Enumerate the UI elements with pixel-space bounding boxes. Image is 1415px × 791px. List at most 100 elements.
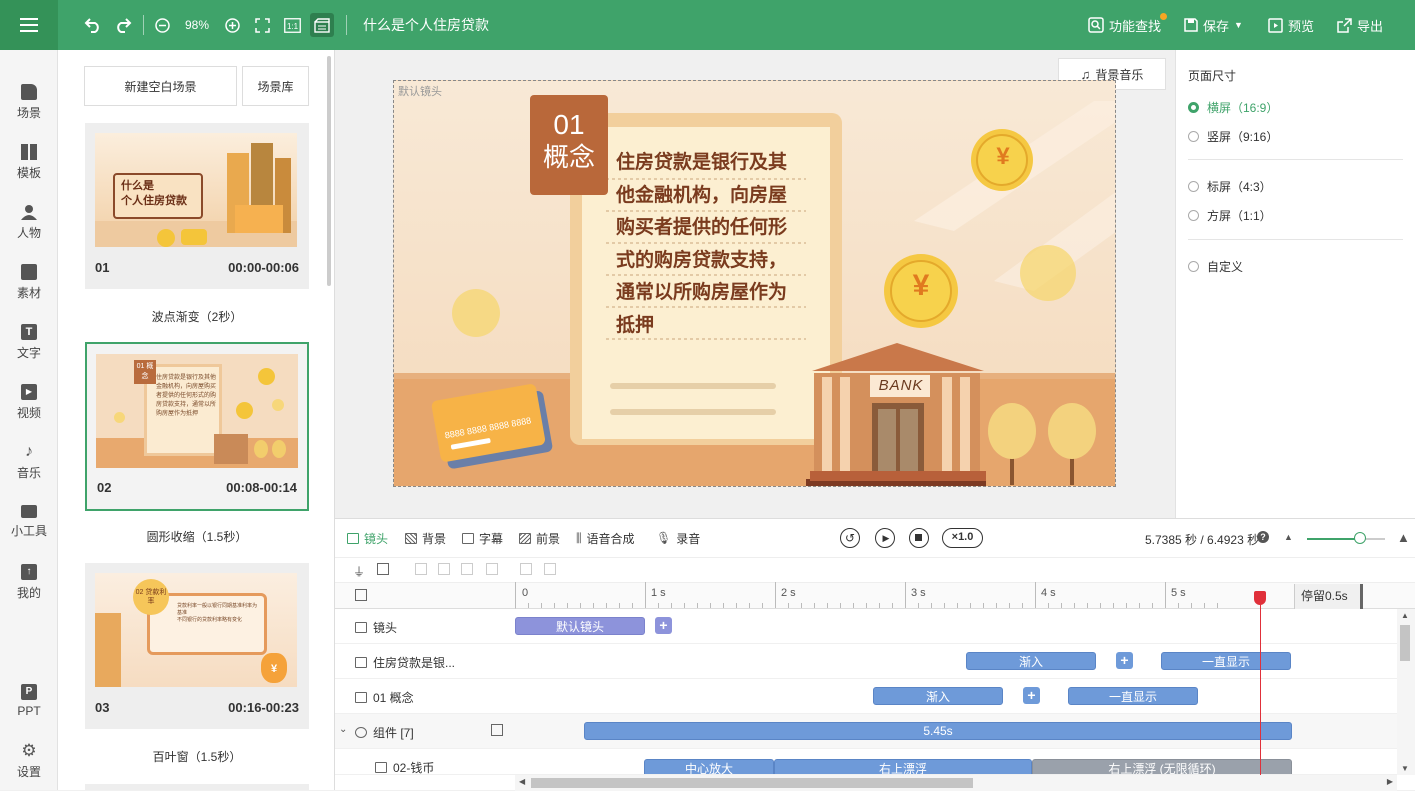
scene-card-02[interactable]: 01 概念 住房贷款是银行及其他金融机构，向房屋购买者提供的任何形式的购房贷款支… bbox=[85, 342, 309, 511]
save-button[interactable]: 保存 ▼ bbox=[1184, 0, 1243, 50]
nav-ppt[interactable]: P PPT bbox=[0, 675, 58, 727]
scene-card-03[interactable]: 02 贷款利率 贷款利率一般以银行同期基准利率为基准 不同银行的贷款利率略有变化 … bbox=[85, 563, 309, 729]
fullscreen-button[interactable] bbox=[252, 0, 272, 50]
ruler-minor-tick bbox=[970, 603, 971, 608]
scene-transition-01[interactable]: 波点渐变（2秒） bbox=[85, 308, 309, 325]
microphone-icon: 🎙 bbox=[656, 531, 672, 545]
text-icon: T bbox=[21, 323, 37, 340]
arrange-alt-icon[interactable] bbox=[544, 563, 556, 575]
tab-camera[interactable]: 镜头 bbox=[347, 527, 388, 549]
project-title[interactable]: 什么是个人住房贷款 bbox=[363, 0, 489, 50]
actual-size-button[interactable]: 1:1 bbox=[281, 0, 303, 50]
option-custom[interactable]: 自定义 bbox=[1188, 258, 1243, 275]
clip-always-show[interactable]: 一直显示 bbox=[1068, 687, 1198, 705]
zoom-in-button[interactable] bbox=[223, 0, 241, 50]
nav-video[interactable]: ▶ 视频 bbox=[0, 376, 58, 428]
group-icon[interactable] bbox=[377, 563, 389, 575]
nav-person[interactable]: 人物 bbox=[0, 196, 58, 248]
clip-fade-in[interactable]: 渐入 bbox=[873, 687, 1003, 705]
zoom-slider-handle[interactable] bbox=[1354, 532, 1366, 544]
clip-default-camera[interactable]: 默认镜头 bbox=[515, 617, 645, 635]
add-clip-button[interactable]: + bbox=[655, 617, 672, 634]
time-ruler[interactable] bbox=[335, 582, 1415, 609]
tab-label: 语音合成 bbox=[586, 531, 635, 546]
concept-badge[interactable]: 01 概念 bbox=[530, 95, 608, 195]
scene-library-button[interactable]: 场景库 bbox=[242, 66, 309, 106]
clip-group-duration[interactable]: 5.45s bbox=[584, 722, 1292, 740]
align-left-icon[interactable] bbox=[415, 563, 427, 575]
stop-button[interactable] bbox=[909, 528, 929, 548]
track-label-text: 01 概念 bbox=[373, 691, 414, 705]
tab-tts[interactable]: ⫼ 语音合成 bbox=[576, 527, 635, 549]
play-button[interactable]: ▶ bbox=[875, 528, 895, 548]
scene-transition-02[interactable]: 圆形收缩（1.5秒） bbox=[85, 528, 309, 545]
align-right-icon[interactable] bbox=[461, 563, 473, 575]
replay-button[interactable]: ↺ bbox=[840, 528, 860, 548]
arrange-icon[interactable] bbox=[520, 563, 532, 575]
ruler-minor-tick bbox=[645, 582, 646, 608]
scene-transition-03[interactable]: 百叶窗（1.5秒） bbox=[85, 748, 309, 765]
ruler-minor-tick bbox=[1048, 603, 1049, 608]
clip-float-up-right[interactable]: 右上漂浮 bbox=[774, 759, 1032, 774]
nav-material[interactable]: 素材 bbox=[0, 256, 58, 308]
nav-template[interactable]: 模板 bbox=[0, 136, 58, 188]
nav-text[interactable]: T 文字 bbox=[0, 316, 58, 368]
align-center-icon[interactable] bbox=[438, 563, 450, 575]
distribute-icon[interactable] bbox=[486, 563, 498, 575]
page-size-title: 页面尺寸 bbox=[1188, 69, 1237, 83]
pause-handle[interactable] bbox=[1360, 584, 1363, 609]
option-square[interactable]: 方屏（1:1） bbox=[1188, 207, 1272, 224]
ruler-minor-tick bbox=[1217, 603, 1218, 608]
coin-icon bbox=[272, 399, 284, 411]
tab-record[interactable]: 🎙 录音 bbox=[656, 527, 700, 549]
tab-subtitle[interactable]: 字幕 bbox=[462, 527, 503, 549]
nav-tools[interactable]: 小工具 bbox=[0, 496, 58, 548]
menu-button[interactable] bbox=[0, 0, 58, 50]
timeline-vscroll[interactable]: ▲ ▼ bbox=[1397, 609, 1415, 775]
timeline-hscroll[interactable]: ◀ ▶ bbox=[515, 775, 1397, 791]
stage-canvas[interactable]: 默认镜头 01 概念 住房贷款是银行及其 他金融机构，向房屋 购买者提供的任何形… bbox=[393, 80, 1116, 487]
scene-panel-scrollbar[interactable] bbox=[327, 56, 331, 286]
pause-duration[interactable]: 停留0.5s bbox=[1294, 584, 1360, 609]
nav-my[interactable]: ↑ 我的 bbox=[0, 556, 58, 608]
zoom-slider-track[interactable] bbox=[1307, 538, 1385, 540]
redo-button[interactable] bbox=[112, 0, 134, 50]
clip-fade-in[interactable]: 渐入 bbox=[966, 652, 1096, 670]
add-clip-button[interactable]: + bbox=[1116, 652, 1133, 669]
chevron-down-icon[interactable]: ⌄ bbox=[339, 724, 347, 735]
radio-icon bbox=[1188, 210, 1199, 221]
nav-scene[interactable]: 场景 bbox=[0, 76, 58, 128]
filter-icon[interactable]: ⏚ bbox=[353, 563, 365, 580]
save-icon bbox=[1184, 18, 1198, 32]
undo-button[interactable] bbox=[82, 0, 104, 50]
option-standard[interactable]: 标屏（4:3） bbox=[1188, 178, 1272, 195]
zoom-out-button[interactable] bbox=[153, 0, 171, 50]
ungroup-icon[interactable] bbox=[491, 724, 503, 736]
preview-button[interactable]: 预览 bbox=[1268, 0, 1314, 50]
option-portrait[interactable]: 竖屏（9:16） bbox=[1188, 128, 1278, 145]
ruler-minor-tick bbox=[1152, 603, 1153, 608]
export-button[interactable]: 导出 bbox=[1337, 0, 1383, 50]
clip-float-loop[interactable]: 右上漂浮 (无限循环) bbox=[1032, 759, 1292, 774]
scene-time: 00:16-00:23 bbox=[228, 700, 299, 715]
ruler-tick: 0 bbox=[522, 587, 529, 599]
help-icon[interactable]: ? bbox=[1257, 531, 1269, 543]
tab-background[interactable]: 背景 bbox=[405, 527, 446, 549]
bank-sign: BANK bbox=[878, 377, 924, 394]
nav-music[interactable]: ♪ 音乐 bbox=[0, 436, 58, 488]
ruler-minor-tick bbox=[580, 603, 581, 608]
option-landscape[interactable]: 横屏（16:9） bbox=[1188, 99, 1278, 116]
nav-settings[interactable]: ⚙ 设置 bbox=[0, 735, 58, 787]
clip-always-show[interactable]: 一直显示 bbox=[1161, 652, 1291, 670]
add-clip-button[interactable]: + bbox=[1023, 687, 1040, 704]
grid-toggle-button[interactable] bbox=[310, 13, 334, 37]
concept-text[interactable]: 住房贷款是银行及其 他金融机构，向房屋 购买者提供的任何形 式的购房贷款支持， … bbox=[616, 147, 826, 342]
clip-center-zoom[interactable]: 中心放大 bbox=[644, 759, 774, 774]
ruler-minor-tick bbox=[710, 603, 711, 608]
tab-foreground[interactable]: 前景 bbox=[519, 527, 560, 549]
new-blank-scene-button[interactable]: 新建空白场景 bbox=[84, 66, 237, 106]
feature-search-button[interactable]: 功能查找 bbox=[1088, 0, 1168, 50]
thumb-title-line1: 什么是 bbox=[121, 180, 154, 192]
scene-card-01[interactable]: 什么是 个人住房贷款 01 00:00-00:06 bbox=[85, 123, 309, 289]
speed-button[interactable]: ×1.0 bbox=[942, 528, 983, 548]
